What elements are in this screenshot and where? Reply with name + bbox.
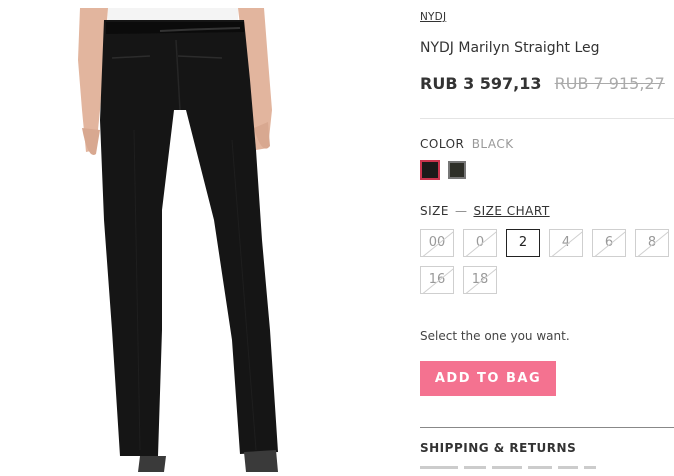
shipping-text-cutoff bbox=[420, 466, 620, 476]
divider bbox=[420, 118, 674, 119]
divider bbox=[420, 427, 674, 428]
size-option-4[interactable]: 4 bbox=[549, 229, 583, 257]
color-selected-value: BLACK bbox=[471, 137, 514, 151]
color-swatch-charcoal[interactable] bbox=[448, 161, 466, 179]
size-option-8[interactable]: 8 bbox=[635, 229, 669, 257]
shipping-returns-heading[interactable]: SHIPPING & RETURNS bbox=[420, 441, 576, 455]
size-option-16[interactable]: 16 bbox=[420, 266, 454, 294]
color-swatch-black[interactable] bbox=[420, 160, 440, 180]
product-image bbox=[0, 0, 400, 472]
trousers-photo bbox=[0, 0, 400, 472]
size-heading: SIZE bbox=[420, 204, 449, 218]
color-label: COLOR BLACK bbox=[420, 137, 514, 151]
size-label-row: SIZE — SIZE CHART bbox=[420, 204, 550, 218]
size-option-6[interactable]: 6 bbox=[592, 229, 626, 257]
size-option-0[interactable]: 0 bbox=[463, 229, 497, 257]
brand-link[interactable]: NYDJ bbox=[420, 11, 446, 23]
color-heading: COLOR bbox=[420, 137, 465, 151]
product-title: NYDJ Marilyn Straight Leg bbox=[420, 40, 600, 56]
size-option-00[interactable]: 00 bbox=[420, 229, 454, 257]
add-to-bag-button[interactable]: ADD TO BAG bbox=[420, 361, 556, 396]
size-separator: — bbox=[454, 204, 468, 218]
sale-price: RUB 3 597,13 bbox=[420, 74, 542, 93]
size-helper-text: Select the one you want. bbox=[420, 329, 570, 343]
price-row: RUB 3 597,13 RUB 7 915,27 bbox=[420, 74, 665, 93]
size-option-2[interactable]: 2 bbox=[506, 229, 540, 257]
product-info-panel: NYDJ NYDJ Marilyn Straight Leg RUB 3 597… bbox=[420, 0, 674, 472]
size-option-18[interactable]: 18 bbox=[463, 266, 497, 294]
original-price: RUB 7 915,27 bbox=[554, 74, 665, 93]
size-chart-link[interactable]: SIZE CHART bbox=[473, 204, 549, 218]
